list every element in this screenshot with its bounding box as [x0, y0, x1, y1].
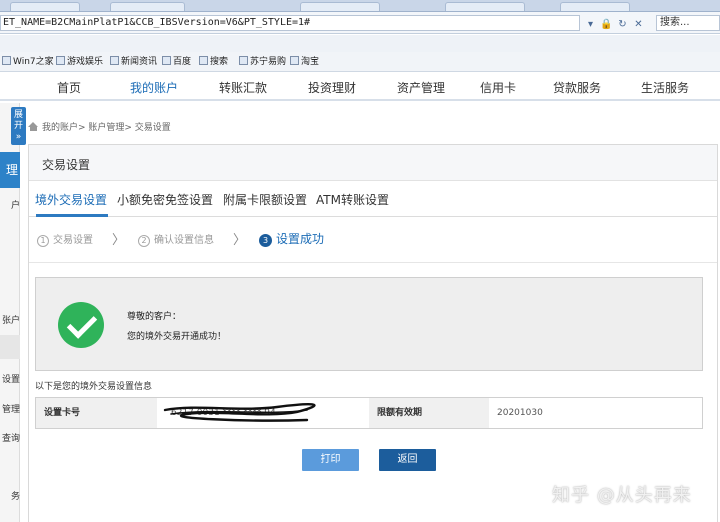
panel-title: 交易设置	[42, 158, 91, 172]
nav-life-services[interactable]: 生活服务	[641, 79, 689, 96]
sidebar-item[interactable]: 务	[0, 489, 20, 502]
dropdown-icon[interactable]: ▾	[584, 18, 597, 31]
expiry-value: 20201030	[489, 398, 702, 428]
favorite-item[interactable]: 新闻资讯	[110, 55, 157, 69]
page-icon	[162, 56, 171, 65]
browser-tab-strip	[0, 0, 720, 12]
browser-search-input[interactable]: 搜索...	[656, 15, 720, 31]
expiry-label: 限额有效期	[369, 398, 489, 428]
sidebar-item[interactable]: 查询	[0, 431, 20, 444]
nav-transfer[interactable]: 转账汇款	[219, 79, 267, 96]
browser-tab[interactable]	[560, 2, 630, 11]
close-icon[interactable]: ✕	[632, 18, 645, 31]
home-icon[interactable]	[28, 122, 39, 131]
browser-tab[interactable]	[300, 2, 380, 11]
sidebar-item[interactable]: 张户	[0, 313, 20, 326]
print-button[interactable]: 打印	[302, 449, 359, 471]
lock-icon[interactable]: 🔒	[600, 18, 613, 31]
page-icon	[2, 56, 11, 65]
address-bar-row: ET_NAME=B2CMainPlatP1&CCB_IBSVersion=V6&…	[0, 12, 720, 34]
step-3-active: 3 设置成功	[259, 230, 324, 247]
favorite-item[interactable]: 苏宁易购	[239, 55, 286, 69]
chevron-right-icon: 〉	[233, 233, 247, 248]
address-input[interactable]: ET_NAME=B2CMainPlatP1&CCB_IBSVersion=V6&…	[0, 15, 580, 31]
success-text: 您的境外交易开通成功！	[127, 332, 227, 342]
browser-tab[interactable]	[110, 2, 185, 11]
page-icon	[239, 56, 248, 65]
refresh-icon[interactable]: ↻	[616, 18, 629, 31]
browser-tab[interactable]	[445, 2, 525, 11]
tab-overseas-transactions[interactable]: 境外交易设置	[35, 191, 107, 208]
greeting-text: 尊敬的客户：	[127, 312, 182, 322]
settings-info-table: 设置卡号 6217 0031 **** **** 94 限额有效期 202010…	[35, 397, 703, 429]
sidebar-item[interactable]: 设置	[0, 372, 20, 385]
favorite-item[interactable]: 淘宝	[290, 55, 319, 69]
favorites-bar: Win7之家 游戏娱乐 新闻资讯 百度 搜索 苏宁易购 淘宝	[0, 52, 720, 72]
tab-atm-transfer[interactable]: ATM转账设置	[316, 191, 389, 208]
nav-my-account[interactable]: 我的账户	[130, 79, 178, 96]
favorite-item[interactable]: 搜索	[199, 55, 228, 69]
page-icon	[290, 56, 299, 65]
favorite-item[interactable]: Win7之家	[2, 55, 54, 69]
page-icon	[56, 56, 65, 65]
page-icon	[199, 56, 208, 65]
card-number-label: 设置卡号	[36, 398, 157, 428]
main-nav: 首页 我的账户 转账汇款 投资理财 资产管理 信用卡 贷款服务 生活服务	[0, 73, 720, 101]
step-1: 1 交易设置	[37, 231, 93, 247]
sidebar-item[interactable]: 管理	[0, 402, 20, 415]
nav-credit-card[interactable]: 信用卡	[480, 79, 516, 96]
tab-small-amount-no-password[interactable]: 小额免密免签设置	[117, 191, 213, 208]
toolbar-strip	[0, 35, 720, 52]
card-number-value: 6217 0031 **** **** 94	[157, 398, 369, 428]
breadcrumb: 我的账户> 账户管理> 交易设置	[28, 120, 171, 133]
watermark: 知乎 @从头再来	[552, 485, 692, 506]
info-caption: 以下是您的境外交易设置信息	[35, 382, 153, 392]
nav-home[interactable]: 首页	[57, 79, 81, 96]
browser-nav-buttons: ▾ 🔒 ↻ ✕	[584, 16, 654, 30]
tab-supplementary-card-limit[interactable]: 附属卡限额设置	[223, 191, 307, 208]
success-message-box: 尊敬的客户： 您的境外交易开通成功！	[35, 277, 703, 371]
chevron-right-icon: 〉	[112, 233, 126, 248]
back-button[interactable]: 返回	[379, 449, 436, 471]
browser-tab[interactable]	[10, 2, 80, 11]
redaction-scribble	[163, 403, 316, 422]
sidebar-item[interactable]: 户	[0, 198, 20, 211]
favorite-item[interactable]: 百度	[162, 55, 191, 69]
nav-loan-services[interactable]: 贷款服务	[553, 79, 601, 96]
sidebar-item-selected[interactable]	[0, 335, 20, 359]
transaction-settings-panel: 交易设置 境外交易设置 小额免密免签设置 附属卡限额设置 ATM转账设置 1 交易…	[28, 144, 718, 522]
step-2: 2 确认设置信息	[138, 231, 214, 247]
check-circle-icon	[58, 302, 104, 348]
sidebar-expand-button[interactable]: 展开»	[11, 107, 26, 145]
panel-header: 交易设置	[29, 145, 717, 181]
nav-investment[interactable]: 投资理财	[308, 79, 356, 96]
sidebar-item-active[interactable]: 理	[0, 152, 20, 188]
page-icon	[110, 56, 119, 65]
favorite-item[interactable]: 游戏娱乐	[56, 55, 103, 69]
settings-tabs: 境外交易设置 小额免密免签设置 附属卡限额设置 ATM转账设置	[29, 181, 717, 217]
progress-steps: 1 交易设置 〉 2 确认设置信息 〉 3 设置成功	[29, 217, 717, 263]
double-chevron-right-icon: »	[15, 132, 22, 142]
breadcrumb-text[interactable]: 我的账户> 账户管理> 交易设置	[42, 123, 171, 133]
nav-asset-management[interactable]: 资产管理	[397, 79, 445, 96]
